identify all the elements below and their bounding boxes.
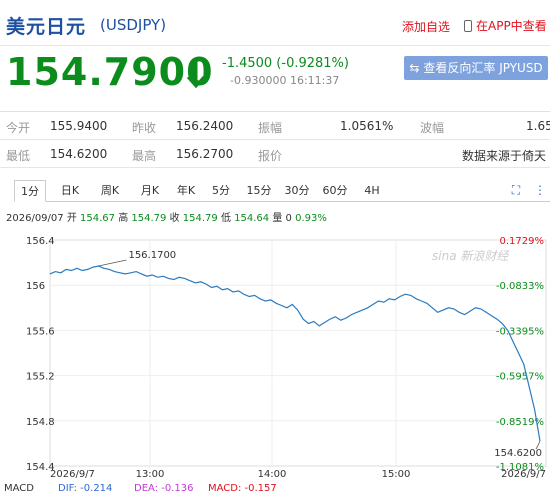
price-change: -1.4500 (-0.9281%) (222, 56, 349, 71)
tab-4h[interactable]: 4H (358, 180, 386, 202)
header-bar: 美元日元 (USDJPY) 添加自选 在APP中查看 (0, 0, 550, 46)
info-open: 154.67 (80, 213, 116, 224)
wave-value: 1.65 (526, 119, 550, 133)
open-label: 今开 (6, 121, 31, 135)
chart-svg: 156.4156155.6155.2154.8154.40.1729%-0.08… (4, 236, 547, 494)
candle-info: 2026/09/07 开 154.67 高 154.79 收 154.79 低 … (6, 209, 327, 224)
last-price: 154.7900 (6, 50, 214, 94)
low-label: 最低 (6, 149, 31, 163)
prev-close-value: 156.2400 (176, 119, 234, 133)
add-watchlist-link[interactable]: 添加自选 (402, 18, 450, 35)
info-close-label: 收 (169, 213, 180, 224)
quote-table: 今开 155.9400 昨收 156.2400 振幅 1.0561% 波幅 1.… (0, 111, 550, 168)
info-open-label: 开 (66, 213, 77, 224)
amplitude-value: 1.0561% (340, 119, 394, 133)
chart-tool-icons: ⛶ ⋮ (512, 183, 546, 198)
pct-tick-label: -0.5957% (496, 372, 544, 383)
high-marker-label: 156.1700 (128, 250, 176, 261)
x-tick-label: 14:00 (258, 469, 287, 480)
y-tick-label: 156 (26, 281, 45, 292)
y-tick-label: 154.8 (26, 417, 55, 428)
wave-label: 波幅 (420, 121, 445, 135)
info-high: 154.79 (131, 213, 167, 224)
high-marker-line (98, 259, 127, 267)
info-vol-label: 量 (272, 213, 283, 224)
menu-icon[interactable]: ⋮ (534, 183, 546, 197)
pair-code: (USDJPY) (100, 16, 167, 34)
down-arrow-icon (186, 60, 206, 89)
tab-year-k[interactable]: 年K (170, 180, 202, 202)
tab-day-k[interactable]: 日K (54, 180, 86, 202)
fullscreen-icon[interactable]: ⛶ (512, 183, 520, 197)
info-pct: 0.93% (295, 213, 327, 224)
high-label: 最高 (132, 149, 157, 163)
pair-name: 美元日元 (6, 16, 87, 38)
price-subline: -0.930000 16:11:37 (230, 74, 339, 87)
pct-tick-label: -0.0833% (496, 281, 544, 292)
bid-label: 报价 (258, 149, 283, 163)
tab-5min[interactable]: 5分 (206, 180, 236, 202)
tab-60min[interactable]: 60分 (318, 180, 352, 202)
x-tick-label: 2026/9/7 (50, 469, 95, 480)
tab-1min[interactable]: 1分 (14, 180, 46, 202)
info-high-label: 高 (118, 213, 129, 224)
x-tick-label: 2026/9/7 (501, 469, 546, 480)
open-in-app-link[interactable]: 在APP中查看 (464, 17, 547, 34)
macd-dif: DIF: -0.214 (58, 483, 112, 494)
phone-icon (464, 20, 472, 32)
macd-dea: DEA: -0.136 (134, 483, 193, 494)
info-low-label: 低 (220, 213, 231, 224)
reverse-rate-label: 查看反向汇率 JPYUSD (423, 61, 543, 75)
sina-watermark: sina 新浪财经 (432, 249, 510, 263)
price-chart[interactable]: 156.4 156 155.6 155.2 154.8 154.4 0.1729% -0.08… (0, 226, 550, 496)
low-value: 154.6200 (50, 147, 108, 161)
tab-15min[interactable]: 15分 (242, 180, 276, 202)
price-line (49, 265, 541, 442)
update-time: 16:11:37 (289, 74, 340, 87)
high-value: 156.2700 (176, 147, 234, 161)
tab-30min[interactable]: 30分 (280, 180, 314, 202)
period-tabs: 1分 日K 周K 月K 年K 5分 15分 30分 60分 4H ⛶ ⋮ (14, 180, 550, 202)
open-in-app-label: 在APP中查看 (476, 19, 547, 33)
quote-row: 今开 155.9400 昨收 156.2400 振幅 1.0561% 波幅 1.… (0, 112, 550, 140)
info-vol: 0 (285, 213, 292, 224)
reverse-rate-button[interactable]: ⇆ 查看反向汇率 JPYUSD (404, 56, 548, 80)
info-date: 2026/09/07 (6, 213, 64, 224)
info-low: 154.64 (234, 213, 270, 224)
x-tick-label: 15:00 (382, 469, 411, 480)
tab-week-k[interactable]: 周K (94, 180, 126, 202)
low-marker-label: 154.6200 (494, 448, 542, 459)
y-tick-label: 155.2 (26, 372, 55, 383)
prev-close-label: 昨收 (132, 121, 157, 135)
y-tick-label: 156.4 (26, 236, 55, 247)
open-value: 155.9400 (50, 119, 108, 133)
sub-change: -0.930000 (230, 74, 287, 87)
y-tick-label: 155.6 (26, 326, 55, 337)
data-source: 数据来源于倚天 (462, 149, 547, 163)
swap-icon: ⇆ (409, 61, 420, 75)
amplitude-label: 振幅 (258, 121, 283, 135)
info-close: 154.79 (182, 213, 218, 224)
macd-label: MACD (4, 483, 34, 494)
x-tick-label: 13:00 (136, 469, 165, 480)
tab-month-k[interactable]: 月K (134, 180, 166, 202)
macd-value: MACD: -0.157 (208, 483, 277, 494)
pct-tick-label: 0.1729% (500, 236, 545, 247)
pct-tick-label: -0.3395% (496, 326, 544, 337)
quote-row: 最低 154.6200 最高 156.2700 报价 数据来源于倚天 (0, 140, 550, 168)
